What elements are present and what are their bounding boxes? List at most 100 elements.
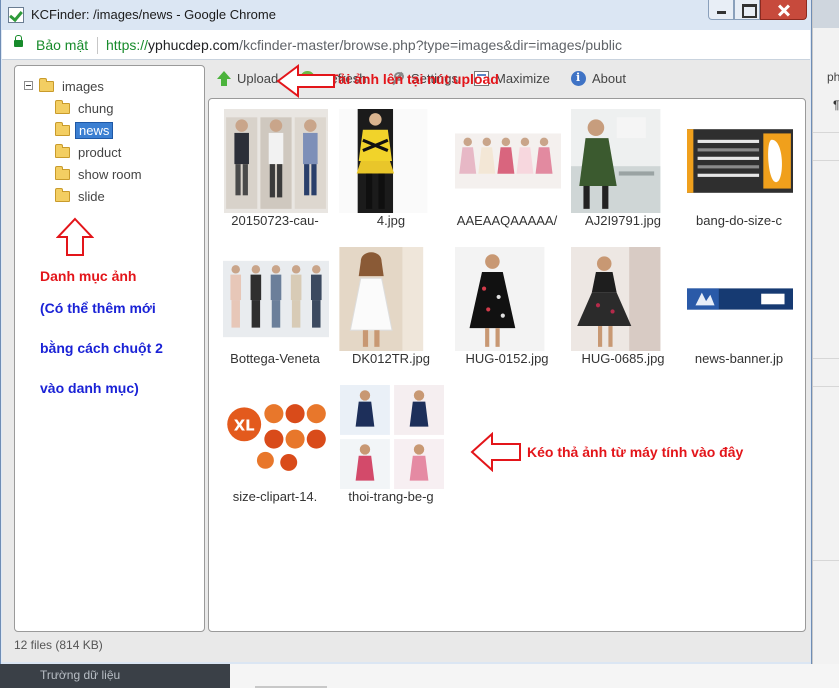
file-name: 20150723-cau-: [231, 213, 319, 228]
upload-button[interactable]: Upload: [216, 71, 278, 86]
file-thumbnail[interactable]: [571, 109, 677, 213]
drop-annotation: Kéo thả ảnh từ máy tính vào đây: [527, 444, 744, 460]
file-thumbnail[interactable]: XL: [223, 385, 329, 489]
url-path: /kcfinder-master/browse.php?type=images&…: [239, 37, 622, 53]
divider: [813, 358, 839, 359]
tree-item-product[interactable]: product: [55, 143, 124, 161]
folders-annotation-title: Danh mục ảnh: [40, 268, 137, 284]
file-name: bang-do-size-c: [696, 213, 782, 228]
collapse-toggle-icon[interactable]: [24, 81, 33, 90]
file-tile[interactable]: Bottega-Veneta: [223, 247, 329, 377]
file-tile[interactable]: 4.jpg: [339, 109, 445, 239]
tree-item-label: product: [78, 144, 122, 160]
tree-item-news[interactable]: news: [55, 121, 114, 139]
window-border: [1, 662, 811, 664]
file-tile[interactable]: thoi-trang-be-g: [339, 385, 445, 515]
folder-icon: [55, 143, 70, 158]
upload-annotation: Tải ảnh lên tại nút upload: [330, 71, 499, 87]
file-name: HUG-0152.jpg: [465, 351, 549, 366]
file-tile[interactable]: DK012TR.jpg: [339, 247, 445, 377]
file-thumbnail[interactable]: [455, 109, 561, 213]
file-tile[interactable]: bang-do-size-c: [687, 109, 793, 239]
browser-window: KCFinder: /images/news - Google Chrome B…: [0, 0, 812, 664]
kcfinder-app-icon: [8, 7, 24, 23]
address-bar[interactable]: Bảo mật https://yphucdep.com/kcfinder-ma…: [2, 30, 810, 60]
file-thumbnail[interactable]: [339, 385, 445, 489]
title-bar[interactable]: KCFinder: /images/news - Google Chrome: [1, 0, 811, 30]
folder-icon: [39, 77, 54, 92]
file-tile[interactable]: HUG-0152.jpg: [455, 247, 561, 377]
background-tab-strip: [813, 0, 839, 28]
maximize-window-button[interactable]: [734, 0, 760, 20]
folders-annotation-line: bằng cách chuột 2: [40, 340, 163, 356]
file-thumbnail[interactable]: [339, 247, 445, 351]
about-label: About: [592, 71, 626, 86]
file-thumbnail[interactable]: [687, 247, 793, 351]
file-name: news-banner.jp: [694, 351, 784, 366]
background-panel: [230, 664, 839, 688]
background-admin-bar: Trường dữ liệu: [0, 664, 839, 688]
url-field[interactable]: https://yphucdep.com/kcfinder-master/bro…: [106, 37, 622, 53]
file-grid[interactable]: 20150723-cau- 4.jpg AAEAAQAAAAA/AJ2I9791.j…: [208, 98, 806, 632]
divider: [813, 132, 839, 133]
file-tile[interactable]: AJ2I9791.jpg: [571, 109, 677, 239]
file-tile[interactable]: news-banner.jp: [687, 247, 793, 377]
tree-item-label: images: [62, 78, 104, 94]
url-host: yphucdep.com: [148, 37, 240, 53]
info-icon: [571, 71, 586, 86]
folder-icon: [55, 99, 70, 114]
window-title: KCFinder: /images/news - Google Chrome: [31, 7, 276, 22]
file-tile[interactable]: XL size-clipart-14.: [223, 385, 329, 515]
upload-icon: [216, 71, 231, 86]
tree-item-label: news: [75, 121, 114, 139]
folders-annotation-line: vào danh mục): [40, 380, 139, 396]
folder-icon: [55, 121, 70, 136]
tree-item-label: slide: [78, 188, 105, 204]
background-text: ph: [827, 70, 839, 84]
minimize-button[interactable]: [708, 0, 734, 20]
file-name: AAEAAQAAAAA/: [456, 213, 558, 228]
upload-label: Upload: [237, 71, 279, 86]
folder-icon: [55, 187, 70, 202]
tree-item-slide[interactable]: slide: [55, 187, 108, 205]
status-bar: 12 files (814 KB): [14, 638, 103, 652]
divider: [813, 560, 839, 561]
file-thumbnail[interactable]: [223, 247, 329, 351]
about-button[interactable]: About: [571, 71, 626, 86]
divider: [813, 160, 839, 161]
up-arrow-icon: [56, 217, 94, 256]
file-thumbnail[interactable]: [455, 247, 561, 351]
close-window-button[interactable]: [760, 0, 807, 20]
tree-item-label: chung: [78, 100, 114, 116]
file-thumbnail[interactable]: [687, 109, 793, 213]
secure-label[interactable]: Bảo mật: [36, 37, 88, 53]
file-name: HUG-0685.jpg: [581, 351, 665, 366]
file-name: size-clipart-14.: [232, 489, 318, 504]
tree-item-images[interactable]: images: [39, 77, 107, 95]
tree-item-show-room[interactable]: show room: [55, 165, 145, 183]
file-thumbnail[interactable]: [223, 109, 329, 213]
left-arrow-icon: [276, 64, 335, 98]
background-menu-item: Trường dữ liệu: [40, 668, 121, 682]
file-name: thoi-trang-be-g: [348, 489, 434, 504]
background-page: ph ¶: [812, 0, 839, 688]
file-name: Bottega-Veneta: [230, 351, 320, 366]
svg-text:XL: XL: [234, 418, 255, 435]
file-tile[interactable]: HUG-0685.jpg: [571, 247, 677, 377]
file-name: 4.jpg: [376, 213, 406, 228]
maximize-label: Maximize: [495, 71, 550, 86]
tree-item-chung[interactable]: chung: [55, 99, 116, 117]
folder-icon: [55, 165, 70, 180]
lock-icon[interactable]: [14, 35, 23, 47]
file-thumbnail[interactable]: [571, 247, 677, 351]
url-scheme: https://: [106, 37, 149, 53]
file-name: AJ2I9791.jpg: [585, 213, 661, 228]
divider: [97, 37, 98, 54]
file-tile[interactable]: 20150723-cau-: [223, 109, 329, 239]
tree-item-label: show room: [78, 166, 142, 182]
background-sidebar: Trường dữ liệu: [0, 664, 230, 688]
folders-annotation-line: (Có thể thêm mới: [40, 300, 156, 316]
file-thumbnail[interactable]: [339, 109, 445, 213]
file-name: DK012TR.jpg: [351, 351, 431, 366]
file-tile[interactable]: AAEAAQAAAAA/: [455, 109, 561, 239]
